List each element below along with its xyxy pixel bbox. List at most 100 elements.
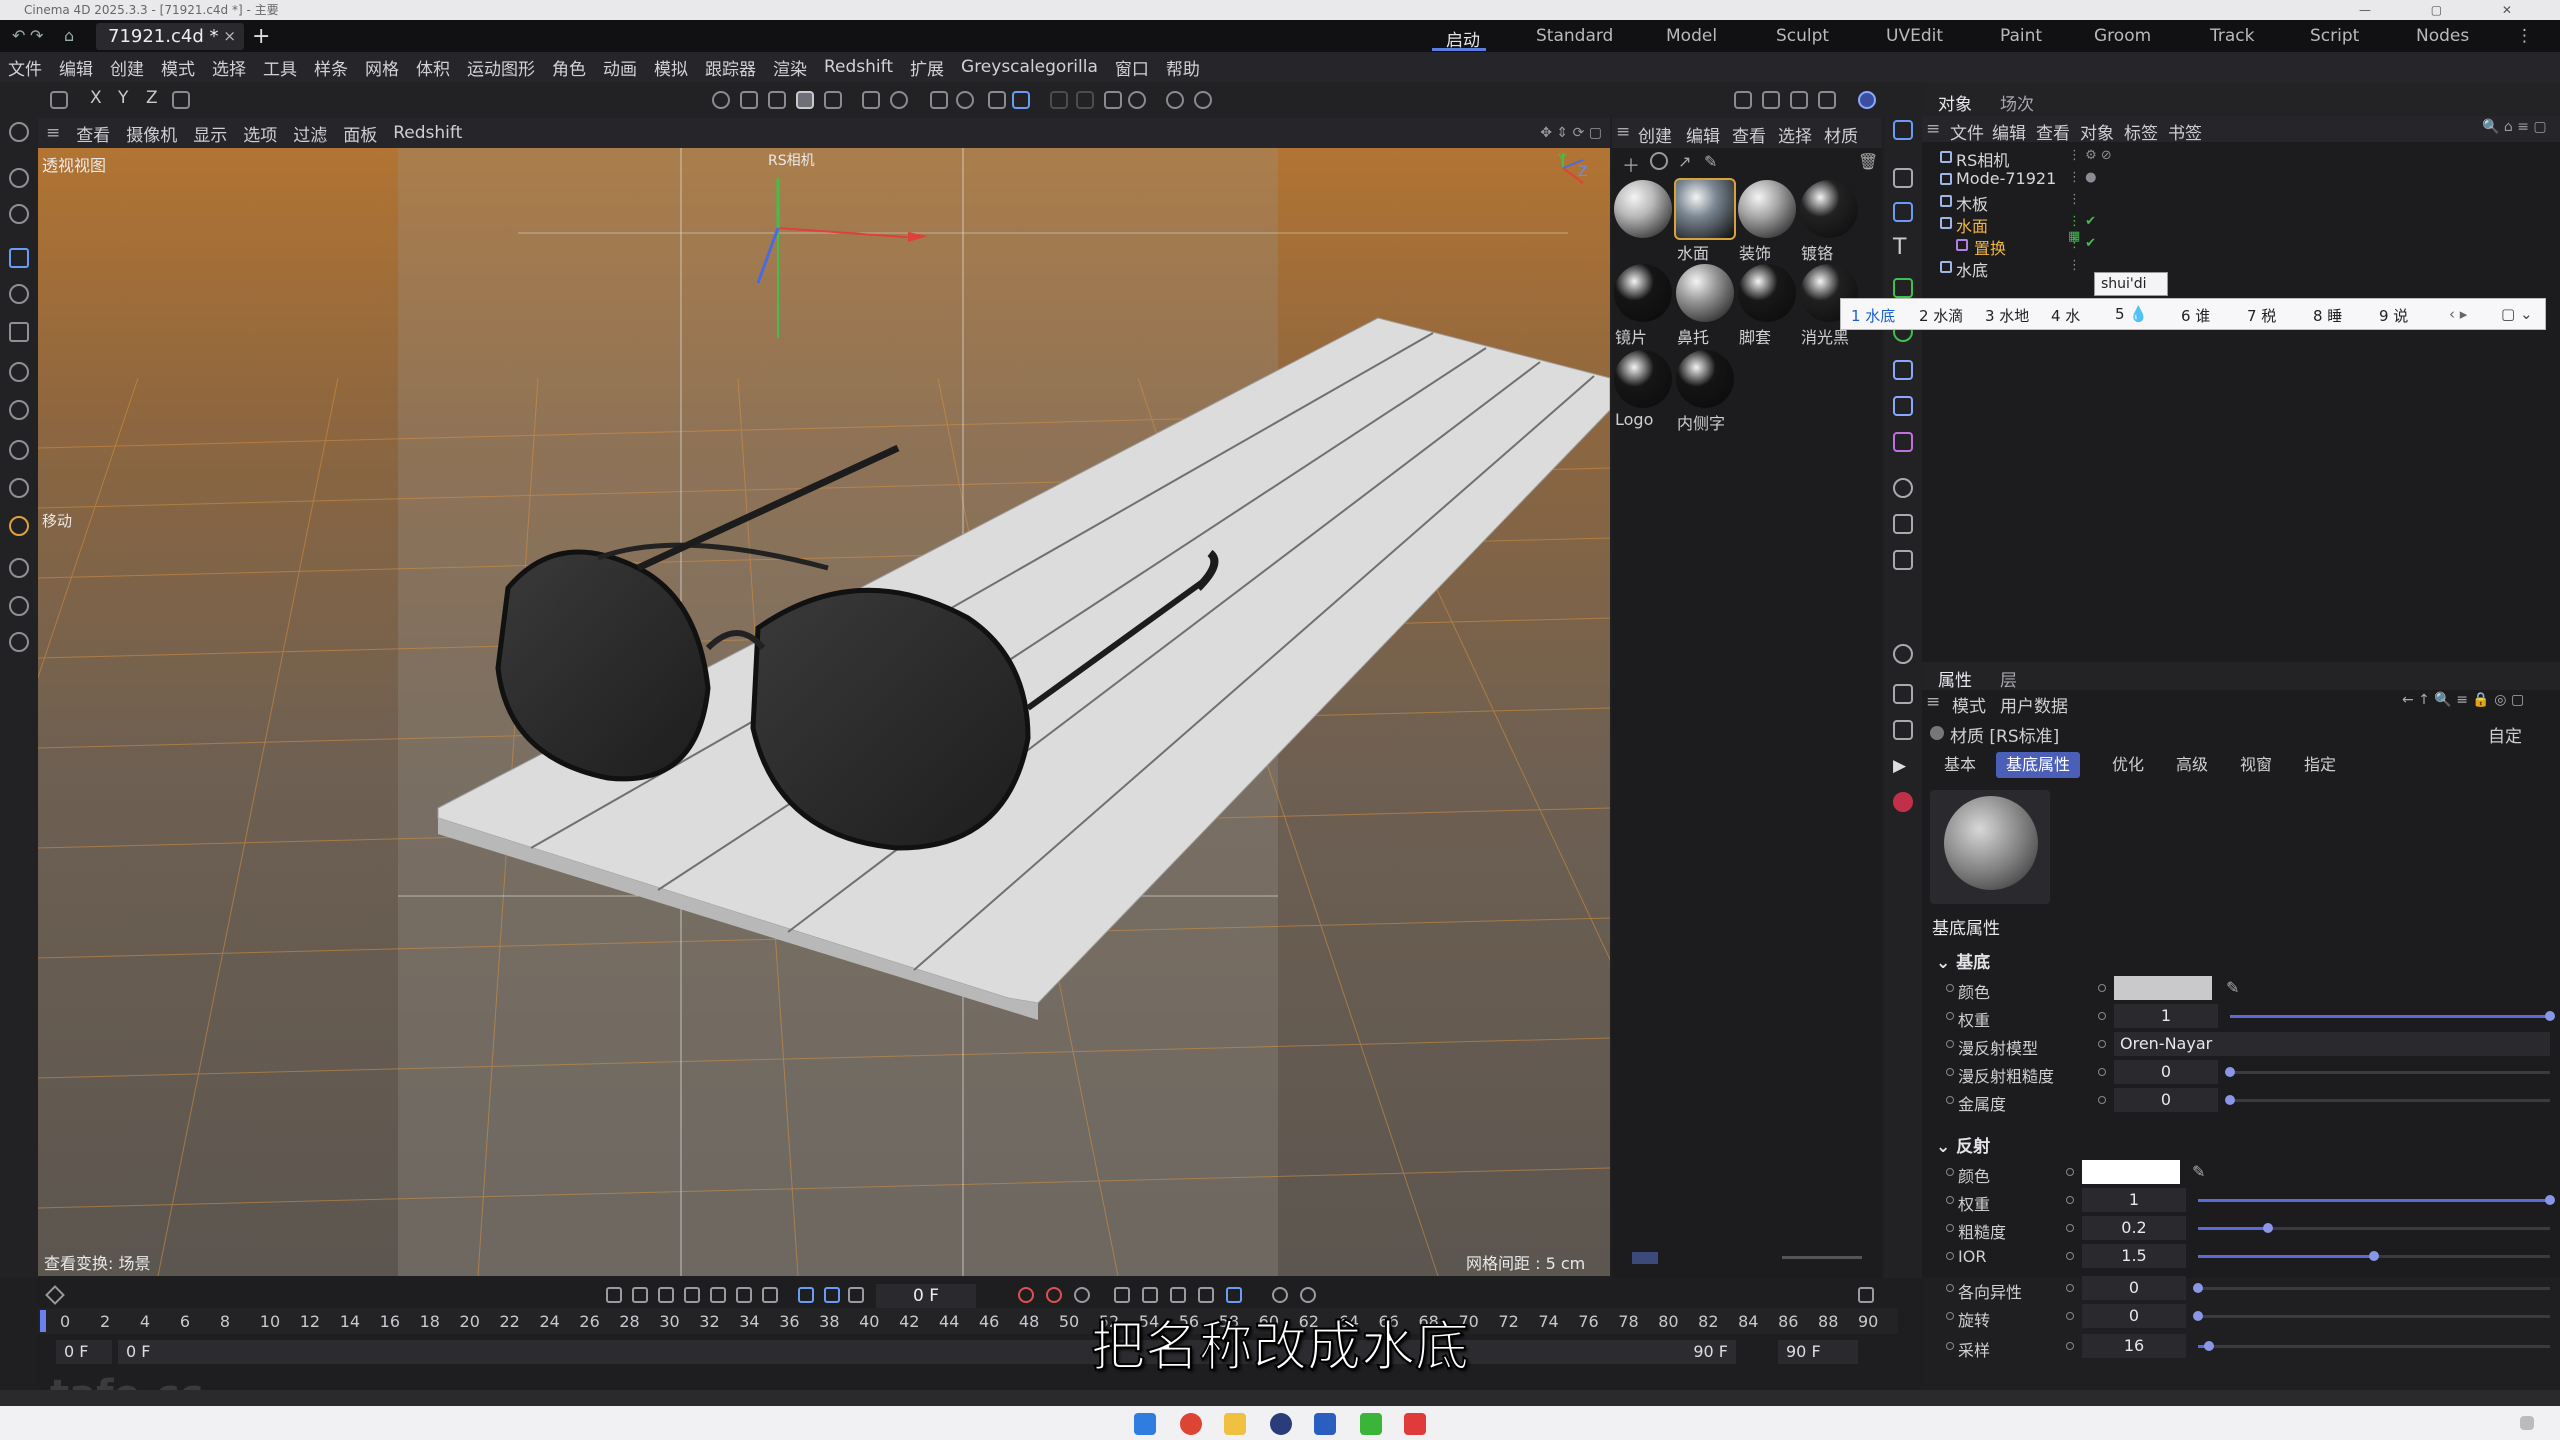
goto-start-icon[interactable] bbox=[606, 1287, 622, 1303]
undo-icon[interactable]: ↶ bbox=[12, 26, 25, 45]
light-object-icon[interactable] bbox=[1893, 550, 1913, 570]
material-menu-view[interactable]: 查看 bbox=[1732, 122, 1766, 147]
window-controls[interactable]: — ▢ ✕ bbox=[2359, 0, 2540, 20]
menu-spline[interactable]: 样条 bbox=[314, 55, 348, 80]
viewport-menu-cameras[interactable]: 摄像机 bbox=[126, 121, 177, 146]
prop-value-field[interactable]: 1 bbox=[2114, 1004, 2218, 1028]
rotate-tool-icon[interactable] bbox=[9, 284, 29, 304]
prop-value-field[interactable]: 1.5 bbox=[2082, 1244, 2186, 1268]
animate-dot[interactable] bbox=[2098, 984, 2106, 992]
select-tool-icon[interactable] bbox=[9, 204, 29, 224]
camera-target-icon[interactable] bbox=[1194, 91, 1212, 109]
viewport-menu-display[interactable]: 显示 bbox=[193, 121, 227, 146]
layout-tab-paint[interactable]: Paint bbox=[2000, 26, 2042, 46]
prop-value-field[interactable]: 0 bbox=[2082, 1304, 2186, 1328]
redshift-ipr-icon[interactable] bbox=[1858, 91, 1876, 109]
material-item[interactable]: 镜片 bbox=[1612, 264, 1674, 347]
object-flags[interactable]: ⋮ ⚙ ⊘ bbox=[2068, 148, 2112, 163]
perspective-viewport[interactable]: 透视视图 RS相机 移动 查看变换: 场景 网格间距 : 5 cm Y Z bbox=[38, 148, 1610, 1276]
model-mode-icon[interactable] bbox=[796, 91, 814, 109]
animate-dot[interactable] bbox=[2066, 1312, 2074, 1320]
animate-dot[interactable] bbox=[2066, 1284, 2074, 1292]
object-flags[interactable]: ⋮ ● bbox=[2068, 170, 2096, 185]
prop-refl-color[interactable]: 颜色 ✎ bbox=[1946, 1160, 2556, 1186]
menu-window[interactable]: 窗口 bbox=[1115, 55, 1149, 80]
object-menu-bookmarks[interactable]: 书签 bbox=[2168, 119, 2202, 144]
ime-candidate[interactable]: 5 💧 bbox=[2115, 305, 2148, 323]
animate-dot[interactable] bbox=[2098, 1096, 2106, 1104]
layout-tab-standard[interactable]: Standard bbox=[1536, 26, 1613, 46]
prop-slider[interactable] bbox=[2193, 1311, 2550, 1321]
render-view-icon[interactable] bbox=[1734, 91, 1752, 109]
material-item[interactable]: 镀铬 bbox=[1798, 180, 1860, 263]
timeline-expand-icon[interactable] bbox=[1858, 1287, 1874, 1303]
camtasia-icon[interactable] bbox=[1360, 1413, 1382, 1435]
param-key-icon[interactable] bbox=[1198, 1287, 1214, 1303]
attribute-mode-menu[interactable]: 模式 bbox=[1952, 692, 1986, 717]
color-swatch[interactable] bbox=[2114, 976, 2212, 1000]
tag-icon[interactable] bbox=[1893, 644, 1913, 664]
prop-slider[interactable] bbox=[2198, 1195, 2555, 1205]
viewport-menu-redshift[interactable]: Redshift bbox=[393, 123, 462, 143]
object-row-water-surface[interactable]: 水面 ⋮ ✔ ▦ bbox=[1922, 212, 2112, 244]
cube-icon[interactable] bbox=[1893, 202, 1913, 222]
prop-value-field[interactable]: 0 bbox=[2114, 1060, 2218, 1084]
menu-file[interactable]: 文件 bbox=[8, 55, 42, 80]
text-tool-icon[interactable]: T bbox=[1893, 237, 1913, 259]
ime-candidate[interactable]: 8 睡 bbox=[2313, 305, 2342, 326]
ime-composition-input[interactable]: shui'di bbox=[2094, 272, 2168, 296]
prop-value-field[interactable]: 0 bbox=[2082, 1276, 2186, 1300]
slider-knob[interactable] bbox=[2193, 1283, 2203, 1293]
prop-ior[interactable]: IOR 1.5 bbox=[1946, 1244, 2556, 1270]
slider-knob[interactable] bbox=[2225, 1095, 2235, 1105]
loop-icon[interactable] bbox=[798, 1287, 814, 1303]
goto-end-icon[interactable] bbox=[762, 1287, 778, 1303]
scale-tool-icon[interactable] bbox=[9, 322, 29, 342]
prop-rotation[interactable]: 旋转 0 bbox=[1946, 1304, 2556, 1330]
material-item[interactable]: 装饰 bbox=[1736, 180, 1798, 263]
close-tab-icon[interactable]: × bbox=[223, 23, 236, 50]
prop-slider[interactable] bbox=[2225, 1067, 2550, 1077]
keyframe-dot[interactable] bbox=[1946, 1012, 1954, 1020]
material-item[interactable]: 脚套 bbox=[1736, 264, 1798, 347]
menu-greyscalegorilla[interactable]: Greyscalegorilla bbox=[961, 57, 1098, 77]
layout-tab-nodes[interactable]: Nodes bbox=[2416, 26, 2469, 46]
prop-slider[interactable] bbox=[2225, 1095, 2550, 1105]
texture-mode-icon[interactable] bbox=[824, 91, 842, 109]
menu-simulate[interactable]: 模拟 bbox=[654, 55, 688, 80]
keyframe-dot[interactable] bbox=[1946, 1096, 1954, 1104]
home-icon[interactable]: ⌂ bbox=[64, 26, 74, 45]
animate-dot[interactable] bbox=[2066, 1342, 2074, 1350]
animate-dot[interactable] bbox=[2066, 1196, 2074, 1204]
material-size-slider[interactable] bbox=[1782, 1256, 1862, 1259]
scale-key-icon[interactable] bbox=[1170, 1287, 1186, 1303]
animate-dot[interactable] bbox=[2098, 1040, 2106, 1048]
prop-base-weight[interactable]: 权重 1 bbox=[1946, 1004, 2556, 1030]
prop-samples[interactable]: 采样 16 bbox=[1946, 1334, 2556, 1360]
prop-slider[interactable] bbox=[2198, 1223, 2550, 1233]
object-flags[interactable]: ⋮ bbox=[2068, 192, 2081, 207]
hamburger-icon[interactable]: ≡ bbox=[46, 123, 60, 143]
sound-icon[interactable] bbox=[848, 1287, 864, 1303]
world-axis-icon[interactable] bbox=[172, 91, 190, 109]
attribute-hamburger-icon[interactable]: ≡ bbox=[1926, 692, 1940, 712]
motion-system-icon[interactable] bbox=[1272, 1287, 1288, 1303]
spline-icon[interactable] bbox=[1893, 396, 1913, 416]
mat-tab-basic[interactable]: 基本 bbox=[1934, 752, 1986, 778]
rotation-key-icon[interactable] bbox=[1142, 1287, 1158, 1303]
animate-dot[interactable] bbox=[2066, 1224, 2074, 1232]
section-base-header[interactable]: ⌄ 基底 bbox=[1936, 948, 1990, 973]
playhead[interactable] bbox=[40, 1310, 46, 1332]
section-reflection-header[interactable]: ⌄ 反射 bbox=[1936, 1132, 1990, 1157]
magnet-tool-icon[interactable] bbox=[9, 632, 29, 652]
material-sphere-icon[interactable] bbox=[1650, 152, 1668, 170]
keyframe-dot[interactable] bbox=[1946, 1068, 1954, 1076]
word-icon[interactable] bbox=[1314, 1413, 1336, 1435]
object-menu-object[interactable]: 对象 bbox=[2080, 119, 2114, 144]
polygons-mode-icon[interactable] bbox=[768, 91, 786, 109]
object-hamburger-icon[interactable]: ≡ bbox=[1926, 119, 1940, 139]
keyframe-dot[interactable] bbox=[1946, 1040, 1954, 1048]
file-explorer-icon[interactable] bbox=[1224, 1413, 1246, 1435]
object-row-model[interactable]: Mode-71921 ⋮ ● bbox=[1922, 168, 2112, 190]
slider-knob[interactable] bbox=[2545, 1195, 2555, 1205]
